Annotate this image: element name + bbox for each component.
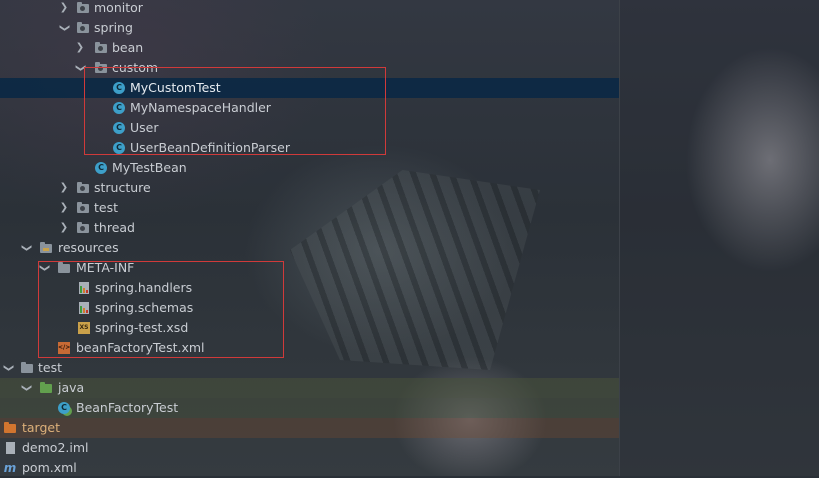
tree-item-thread[interactable]: ❯ thread: [0, 218, 619, 238]
tree-item-label: thread: [94, 220, 135, 235]
package-folder-icon: [94, 38, 108, 58]
tree-item-test-package[interactable]: ❯ test: [0, 198, 619, 218]
tree-item-spring-handlers[interactable]: spring.handlers: [0, 278, 619, 298]
tree-item-label: resources: [58, 240, 119, 255]
tree-item-mytestbean[interactable]: C MyTestBean: [0, 158, 619, 178]
tree-item-user[interactable]: C User: [0, 118, 619, 138]
tree-item-label: monitor: [94, 0, 143, 15]
tree-item-label: java: [58, 380, 85, 395]
tree-item-label: MyCustomTest: [130, 80, 221, 95]
folder-icon: [20, 358, 34, 378]
package-folder-icon: [76, 218, 90, 238]
chevron-right-icon[interactable]: ❯: [58, 178, 70, 198]
package-folder-icon: [76, 18, 90, 38]
chevron-down-icon[interactable]: ❯: [54, 22, 74, 34]
tree-item-spring-schemas[interactable]: spring.schemas: [0, 298, 619, 318]
tree-item-monitor[interactable]: ❯ monitor: [0, 0, 619, 18]
tree-item-resources[interactable]: ❯ resources: [0, 238, 619, 258]
tree-item-label: bean: [112, 40, 144, 55]
tree-item-label: BeanFactoryTest: [76, 400, 179, 415]
java-class-icon: C: [112, 138, 126, 158]
properties-file-icon: [77, 278, 91, 298]
tree-item-spring-test-xsd[interactable]: XS spring-test.xsd: [0, 318, 619, 338]
tree-item-demo2-iml[interactable]: demo2.iml: [0, 438, 619, 458]
tree-item-userbeandefinitionparser[interactable]: C UserBeanDefinitionParser: [0, 138, 619, 158]
tree-item-mynamespacehandler[interactable]: C MyNamespaceHandler: [0, 98, 619, 118]
tree-item-structure[interactable]: ❯ structure: [0, 178, 619, 198]
java-class-icon: C: [112, 98, 126, 118]
resources-folder-icon: [39, 238, 53, 258]
tree-item-beanfactorytest-xml[interactable]: </> beanFactoryTest.xml: [0, 338, 619, 358]
chevron-right-icon[interactable]: ❯: [58, 0, 70, 18]
java-class-icon: C: [112, 118, 126, 138]
properties-file-icon: [77, 298, 91, 318]
excluded-folder-icon: [3, 418, 17, 438]
tree-item-label: User: [130, 120, 159, 135]
editor-area: [620, 0, 819, 476]
tree-item-label: custom: [112, 60, 159, 75]
tree-item-label: META-INF: [76, 260, 135, 275]
chevron-down-icon[interactable]: ❯: [16, 242, 36, 254]
chevron-right-icon[interactable]: ❯: [58, 218, 70, 238]
package-folder-icon: [76, 198, 90, 218]
package-folder-icon: [76, 178, 90, 198]
tree-item-label: UserBeanDefinitionParser: [130, 140, 290, 155]
package-folder-icon: [76, 0, 90, 18]
tree-item-java-test-sources[interactable]: ❯ java: [0, 378, 619, 398]
tree-item-label: spring: [94, 20, 133, 35]
tree-item-label: beanFactoryTest.xml: [76, 340, 205, 355]
tree-item-test-root[interactable]: ❯ test: [0, 358, 619, 378]
chevron-down-icon[interactable]: ❯: [16, 382, 36, 394]
test-class-icon: C: [57, 398, 71, 418]
test-sources-folder-icon: [39, 378, 53, 398]
chevron-down-icon[interactable]: ❯: [70, 62, 90, 74]
panel-divider[interactable]: [619, 0, 620, 476]
tree-item-label: MyNamespaceHandler: [130, 100, 271, 115]
maven-file-icon: m: [3, 461, 17, 475]
tree-item-spring[interactable]: ❯ spring: [0, 18, 619, 38]
tree-item-label: structure: [94, 180, 151, 195]
tree-item-label: spring.schemas: [95, 300, 194, 315]
tree-item-label: target: [22, 420, 61, 435]
tree-item-label: pom.xml: [22, 460, 77, 475]
tree-item-target[interactable]: target: [0, 418, 619, 438]
java-class-icon: C: [112, 78, 126, 98]
xml-file-icon: </>: [57, 338, 71, 358]
tree-item-label: test: [38, 360, 63, 375]
chevron-right-icon[interactable]: ❯: [74, 38, 86, 58]
chevron-right-icon[interactable]: ❯: [58, 198, 70, 218]
tree-item-label: spring.handlers: [95, 280, 193, 295]
tree-item-beanfactorytest[interactable]: C BeanFactoryTest: [0, 398, 619, 418]
tree-item-bean[interactable]: ❯ bean: [0, 38, 619, 58]
folder-icon: [57, 258, 71, 278]
tree-item-label: demo2.iml: [22, 440, 89, 455]
tree-item-label: MyTestBean: [112, 160, 187, 175]
tree-item-meta-inf[interactable]: ❯ META-INF: [0, 258, 619, 278]
tree-item-pom-xml[interactable]: m pom.xml: [0, 458, 619, 478]
tree-item-label: spring-test.xsd: [95, 320, 189, 335]
java-class-icon: C: [94, 158, 108, 178]
iml-file-icon: [3, 438, 17, 458]
tree-item-label: test: [94, 200, 119, 215]
tree-item-mycustomtest[interactable]: C MyCustomTest: [0, 78, 619, 98]
chevron-down-icon[interactable]: ❯: [34, 262, 54, 274]
chevron-down-icon[interactable]: ❯: [0, 362, 18, 374]
package-folder-icon: [94, 58, 108, 78]
project-tree: ❯ monitor ❯ spring ❯ bean ❯ custom C MyC…: [0, 0, 619, 476]
tree-item-custom[interactable]: ❯ custom: [0, 58, 619, 78]
xsd-file-icon: XS: [77, 318, 91, 338]
